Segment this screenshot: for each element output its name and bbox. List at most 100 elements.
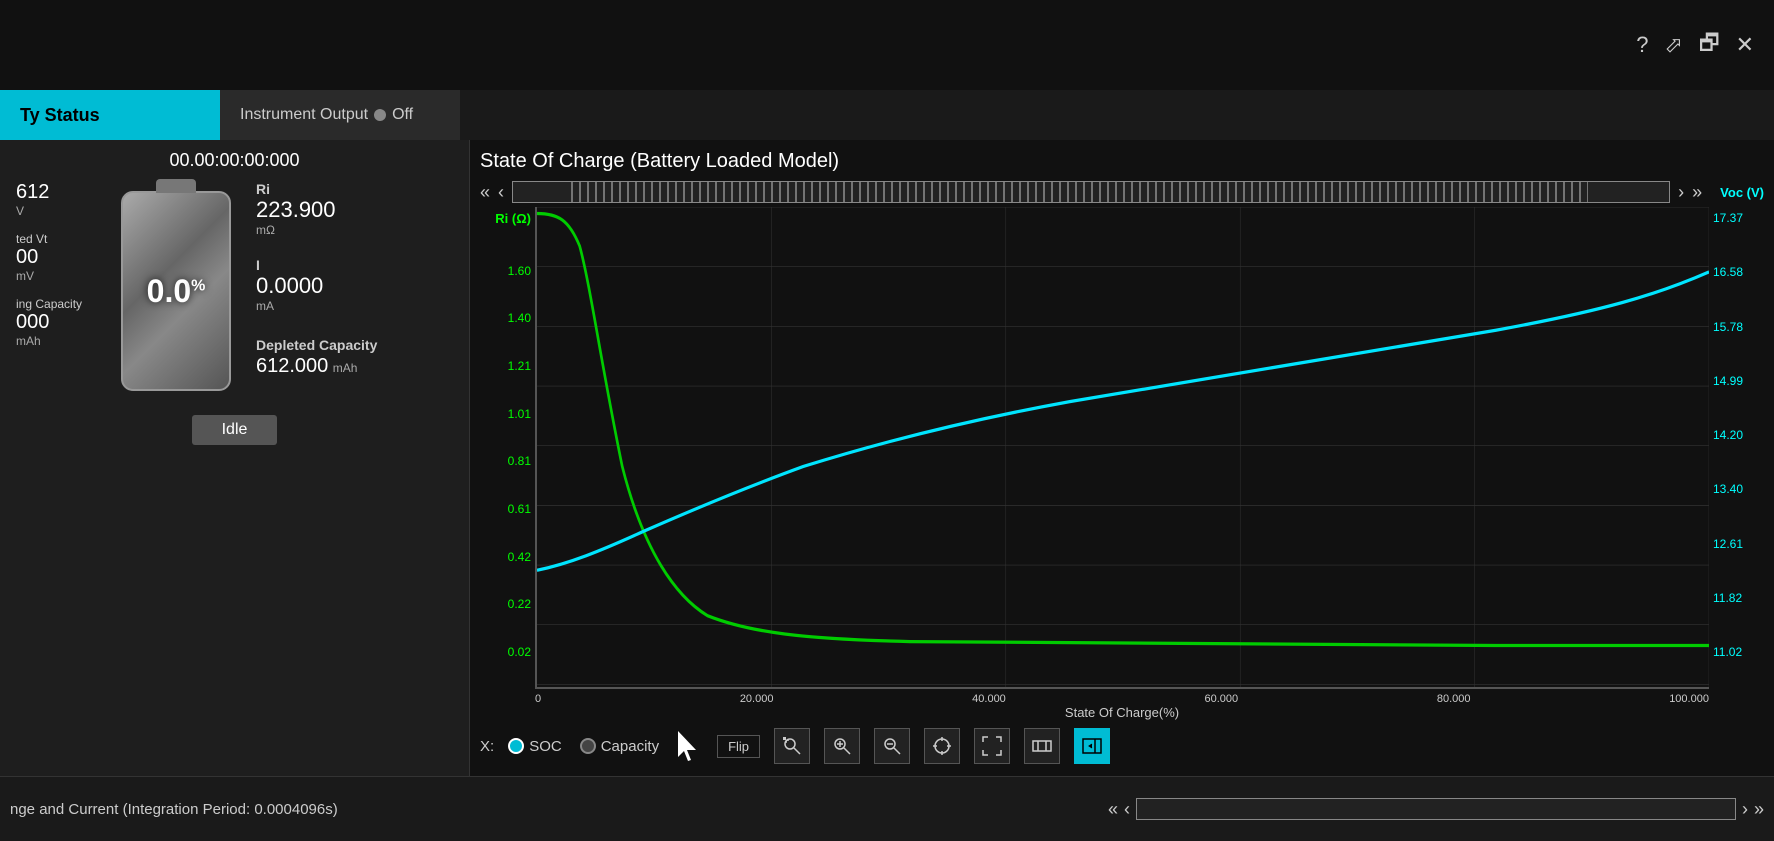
x-label-5: 100.000 <box>1669 693 1709 705</box>
chart-nav-row: « ‹ › » Voc (V) <box>480 181 1764 203</box>
x-label-2: 40.000 <box>972 693 1006 705</box>
y-right-val-6: 12.61 <box>1713 537 1743 551</box>
depleted-value: 612.000 <box>256 355 328 377</box>
timer-display: 00.00:00:00:000 <box>16 150 453 171</box>
chart-area <box>535 207 1709 689</box>
radio-group: SOC Capacity <box>508 738 659 755</box>
i-label: I <box>256 257 377 273</box>
y-left-val-4: 0.81 <box>508 454 531 468</box>
expand-tool[interactable] <box>1024 728 1060 764</box>
y-right-val-3: 14.99 <box>1713 374 1743 388</box>
panel-tool[interactable] <box>1074 728 1110 764</box>
left-panel: 00.00:00:00:000 612 V ted Vt 00 mV ing C… <box>0 140 470 776</box>
i-unit: mA <box>256 299 377 313</box>
main-area: Ty Status Instrument Output Off 00.00:00… <box>0 90 1774 841</box>
loaded-vt-value: 00 <box>16 246 96 269</box>
right-panel: State Of Charge (Battery Loaded Model) «… <box>470 140 1774 776</box>
idle-button[interactable]: Idle <box>192 415 278 445</box>
zoom-in-tool[interactable] <box>824 728 860 764</box>
bottom-nav: « ‹ › » <box>1098 798 1774 820</box>
radio-soc[interactable]: SOC <box>508 738 562 755</box>
left-values: 612 V ted Vt 00 mV ing Capacity 000 mAh <box>16 181 96 348</box>
radio-soc-label: SOC <box>529 738 562 755</box>
bottom-nav-start[interactable]: « <box>1108 799 1118 820</box>
y-left-val-7: 0.22 <box>508 597 531 611</box>
crosshair-tool[interactable] <box>924 728 960 764</box>
battery-top <box>156 179 196 193</box>
bottom-nav-next[interactable]: › <box>1742 799 1748 820</box>
bottom-scrollbar[interactable] <box>1136 798 1736 820</box>
chart-nav-prev[interactable]: ‹ <box>498 182 504 203</box>
led-indicator <box>374 109 386 121</box>
chart-title: State Of Charge (Battery Loaded Model) <box>480 150 1764 173</box>
chart-svg <box>537 207 1709 687</box>
y-left-val-1: 1.40 <box>508 311 531 325</box>
y-right-axis: 17.37 16.58 15.78 14.99 14.20 13.40 12.6… <box>1709 207 1764 689</box>
chart-nav-next[interactable]: › <box>1678 182 1684 203</box>
voltage-block: 612 V <box>16 181 96 218</box>
voltage-value: 612 <box>16 181 96 204</box>
chart-container: Ri (Ω) 1.60 1.40 1.21 1.01 0.81 0.61 0.4… <box>480 207 1764 689</box>
loaded-vt-block: ted Vt 00 mV <box>16 232 96 283</box>
x-label-3: 60.000 <box>1205 693 1239 705</box>
tab-instrument-output-label: Instrument Output <box>240 106 368 124</box>
help-icon[interactable]: ? <box>1636 32 1648 58</box>
tab-instrument-output[interactable]: Instrument Output Off <box>220 90 460 140</box>
y-right-val-7: 11.82 <box>1713 591 1742 605</box>
cursor-icon <box>673 728 703 764</box>
zoom-out-tool[interactable] <box>874 728 910 764</box>
radio-capacity[interactable]: Capacity <box>580 738 659 755</box>
y-right-val-2: 15.78 <box>1713 320 1743 334</box>
battery-icon: 0.0% <box>106 181 246 401</box>
depleted-unit: mAh <box>333 361 358 375</box>
radio-soc-dot <box>508 738 524 754</box>
y-left-axis: Ri (Ω) 1.60 1.40 1.21 1.01 0.81 0.61 0.4… <box>480 207 535 689</box>
close-icon[interactable]: ✕ <box>1736 32 1754 58</box>
x-axis-labels: 0 20.000 40.000 60.000 80.000 100.000 <box>480 689 1764 705</box>
y-right-val-8: 11.02 <box>1713 645 1742 659</box>
battery-body: 0.0% <box>121 191 231 391</box>
depleted-block: Depleted Capacity 612.000 mAh <box>256 337 377 378</box>
x-control-label: X: <box>480 738 494 755</box>
i-value: 0.0000 <box>256 273 377 299</box>
tab-row: Ty Status Instrument Output Off <box>0 90 1774 140</box>
chart-scrollbar[interactable] <box>512 181 1670 203</box>
bottom-nav-end[interactable]: » <box>1754 799 1764 820</box>
y-right-val-1: 16.58 <box>1713 265 1743 279</box>
y-left-val-0: 1.60 <box>508 264 531 278</box>
y-right-val-5: 13.40 <box>1713 482 1743 496</box>
bottom-label: nge and Current (Integration Period: 0.0… <box>0 801 1098 818</box>
y-left-val-3: 1.01 <box>508 407 531 421</box>
radio-capacity-dot <box>580 738 596 754</box>
y-left-val-6: 0.42 <box>508 550 531 564</box>
y-right-val-4: 14.20 <box>1713 428 1743 442</box>
ri-unit: mΩ <box>256 223 377 237</box>
tab-battery-status[interactable]: Ty Status <box>0 90 220 140</box>
chart-nav-start[interactable]: « <box>480 182 490 203</box>
chart-nav-end[interactable]: » <box>1692 182 1702 203</box>
chart-controls: X: SOC Capacity <box>480 722 1764 766</box>
remaining-capacity-unit: mAh <box>16 334 96 348</box>
tab-battery-status-label: Ty Status <box>20 105 100 126</box>
y-left-axis-label: Ri (Ω) <box>495 211 531 226</box>
zoom-select-tool[interactable] <box>774 728 810 764</box>
x-label-0: 0 <box>535 693 541 705</box>
flip-button[interactable]: Flip <box>717 735 760 758</box>
export-icon[interactable]: ⬀ <box>1664 32 1682 58</box>
minimize-icon[interactable]: 🗗 <box>1699 26 1720 64</box>
loaded-vt-unit: mV <box>16 269 96 283</box>
bottom-section: nge and Current (Integration Period: 0.0… <box>0 776 1774 841</box>
top-bar: ? ⬀ 🗗 ✕ <box>0 0 1774 90</box>
content-row: 00.00:00:00:000 612 V ted Vt 00 mV ing C… <box>0 140 1774 776</box>
remaining-capacity-value: 000 <box>16 311 96 334</box>
y-left-val-8: 0.02 <box>508 645 531 659</box>
x-axis-title: State Of Charge(%) <box>480 705 1764 720</box>
bottom-nav-prev[interactable]: ‹ <box>1124 799 1130 820</box>
loaded-vt-label: ted Vt <box>16 232 96 246</box>
x-label-1: 20.000 <box>740 693 774 705</box>
y-right-axis-label: Voc (V) <box>1710 185 1764 200</box>
chart-scrollbar-thumb <box>571 182 1588 202</box>
fit-tool[interactable] <box>974 728 1010 764</box>
right-values: Ri 223.900 mΩ I 0.0000 mA Depleted Capac… <box>256 181 377 378</box>
led-status-label: Off <box>392 106 413 124</box>
